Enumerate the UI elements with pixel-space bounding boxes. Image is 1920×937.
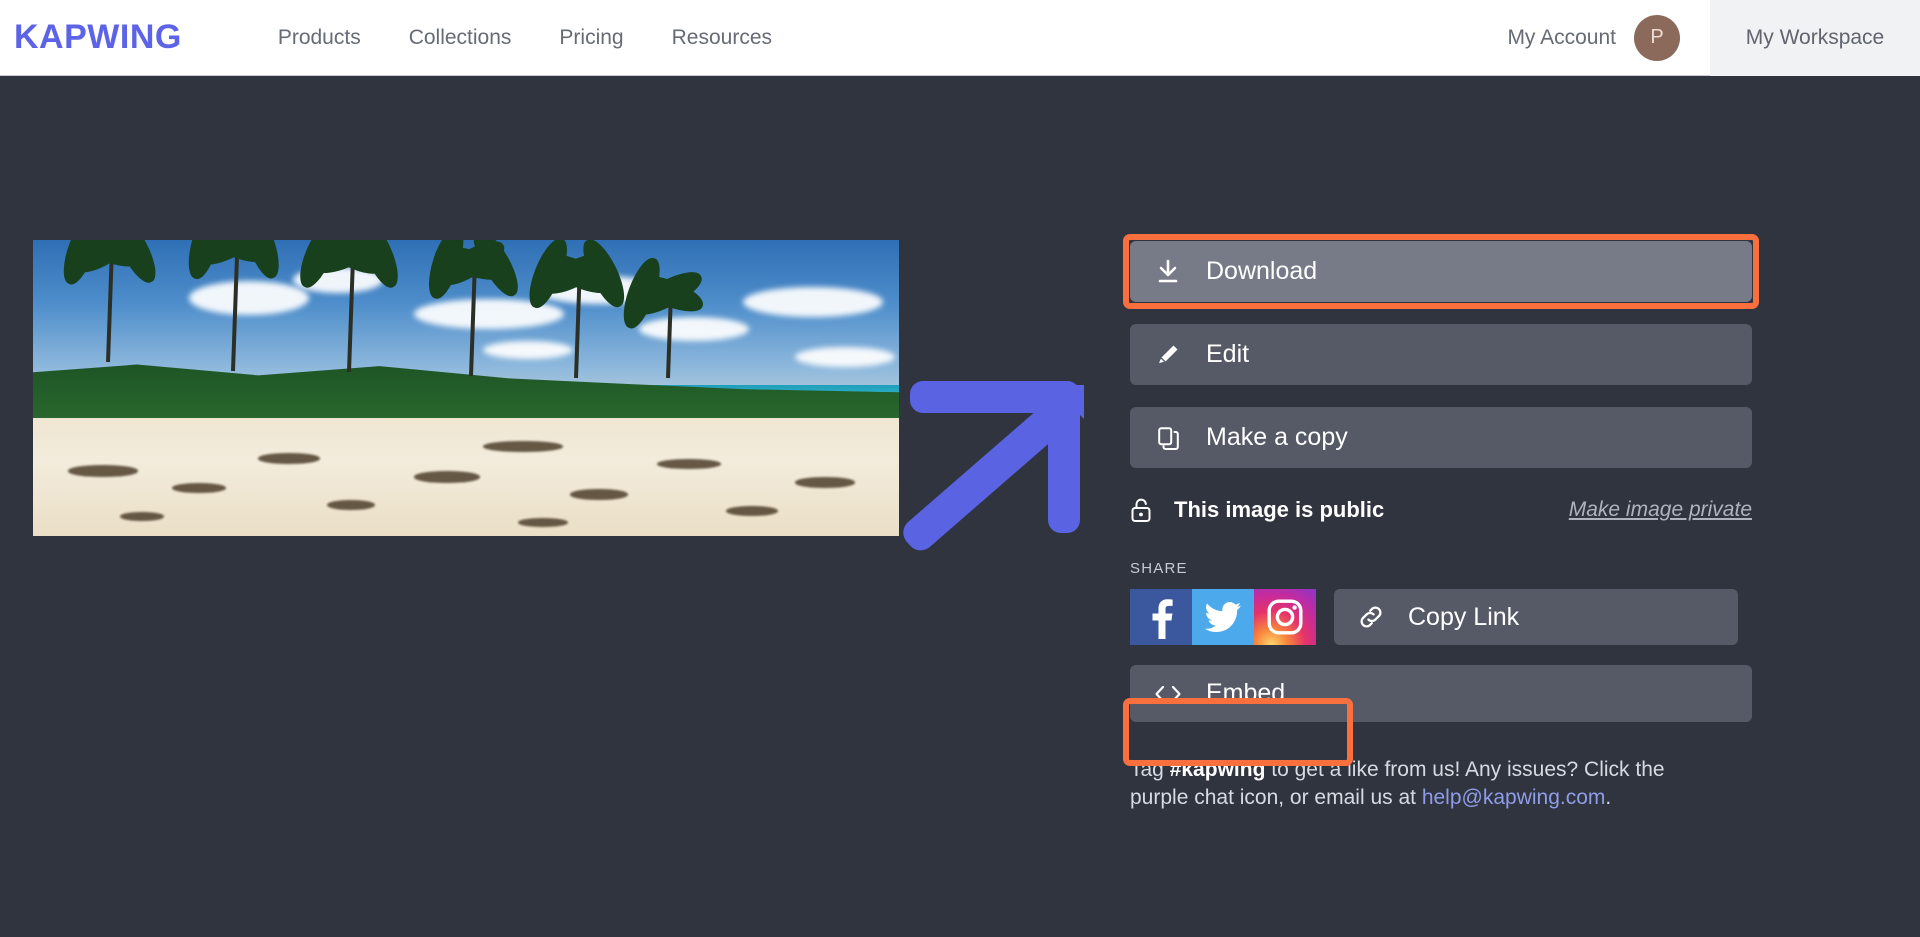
seaweed-patch: [67, 464, 138, 477]
make-a-copy-button-label: Make a copy: [1206, 423, 1348, 451]
palm-tree: [292, 240, 406, 373]
twitter-share-icon[interactable]: [1192, 589, 1254, 645]
nav-item-resources[interactable]: Resources: [672, 26, 772, 50]
embed-button-label: Embed: [1206, 679, 1286, 707]
palm-tree: [182, 240, 286, 372]
palm-tree: [521, 240, 633, 379]
image-preview[interactable]: [33, 240, 899, 536]
nav-item-products[interactable]: Products: [278, 26, 361, 50]
primary-nav: Products Collections Pricing Resources: [278, 26, 772, 50]
avatar[interactable]: P: [1634, 14, 1680, 61]
privacy-status-row: This image is public Make image private: [1130, 490, 1752, 530]
social-share-group: [1130, 589, 1316, 645]
facebook-share-icon[interactable]: [1130, 589, 1192, 645]
action-panel: Download Edit Make a copy This image is …: [1130, 241, 1752, 813]
footer-text-1: Tag: [1130, 758, 1170, 781]
copy-link-button-label: Copy Link: [1408, 602, 1520, 631]
seaweed-patch: [569, 488, 628, 500]
code-brackets-icon: [1130, 684, 1206, 704]
nav-item-pricing[interactable]: Pricing: [559, 26, 623, 50]
edit-button-label: Edit: [1206, 340, 1250, 368]
make-a-copy-button[interactable]: Make a copy: [1130, 407, 1752, 468]
unlocked-padlock-icon: [1130, 497, 1174, 523]
share-heading: SHARE: [1130, 560, 1188, 577]
download-button-label: Download: [1206, 257, 1318, 285]
beach-photo: [33, 240, 899, 536]
support-email-link[interactable]: help@kapwing.com: [1422, 786, 1606, 809]
seaweed-patch: [414, 470, 481, 483]
instagram-share-icon[interactable]: [1254, 589, 1316, 645]
my-workspace-button[interactable]: My Workspace: [1710, 0, 1920, 76]
pencil-icon: [1130, 343, 1206, 367]
share-row: Copy Link: [1130, 589, 1752, 645]
duplicate-icon: [1130, 426, 1206, 450]
seaweed-patch: [795, 476, 856, 488]
privacy-status-label: This image is public: [1174, 497, 1385, 522]
download-button[interactable]: Download: [1130, 241, 1752, 302]
palm-tree: [616, 253, 708, 379]
cloud-shape: [795, 346, 896, 367]
nav-right-group: My Account P My Workspace: [1507, 0, 1920, 76]
edit-button[interactable]: Edit: [1130, 324, 1752, 385]
embed-button[interactable]: Embed: [1130, 665, 1752, 722]
footer-text-3: .: [1605, 786, 1612, 810]
kapwing-logo[interactable]: KAPWING: [14, 18, 182, 57]
nav-item-collections[interactable]: Collections: [409, 26, 512, 50]
annotation-arrow-icon: [890, 371, 1140, 551]
palm-tree: [56, 240, 164, 363]
copy-link-button[interactable]: Copy Link: [1334, 589, 1738, 645]
make-image-private-link[interactable]: Make image private: [1569, 498, 1752, 522]
link-chain-icon: [1334, 603, 1408, 631]
top-navbar: KAPWING Products Collections Pricing Res…: [0, 0, 1920, 76]
palm-tree: [422, 240, 526, 377]
seaweed-patch: [656, 459, 721, 470]
my-account-link[interactable]: My Account: [1507, 26, 1616, 50]
seaweed-patch: [171, 482, 226, 493]
main-stage: Download Edit Make a copy This image is …: [0, 76, 1920, 937]
footer-hashtag: #kapwing: [1169, 758, 1266, 781]
seaweed-patch: [258, 453, 321, 465]
download-icon: [1130, 259, 1206, 285]
footer-note: Tag #kapwing to get a like from us! Any …: [1130, 756, 1710, 813]
